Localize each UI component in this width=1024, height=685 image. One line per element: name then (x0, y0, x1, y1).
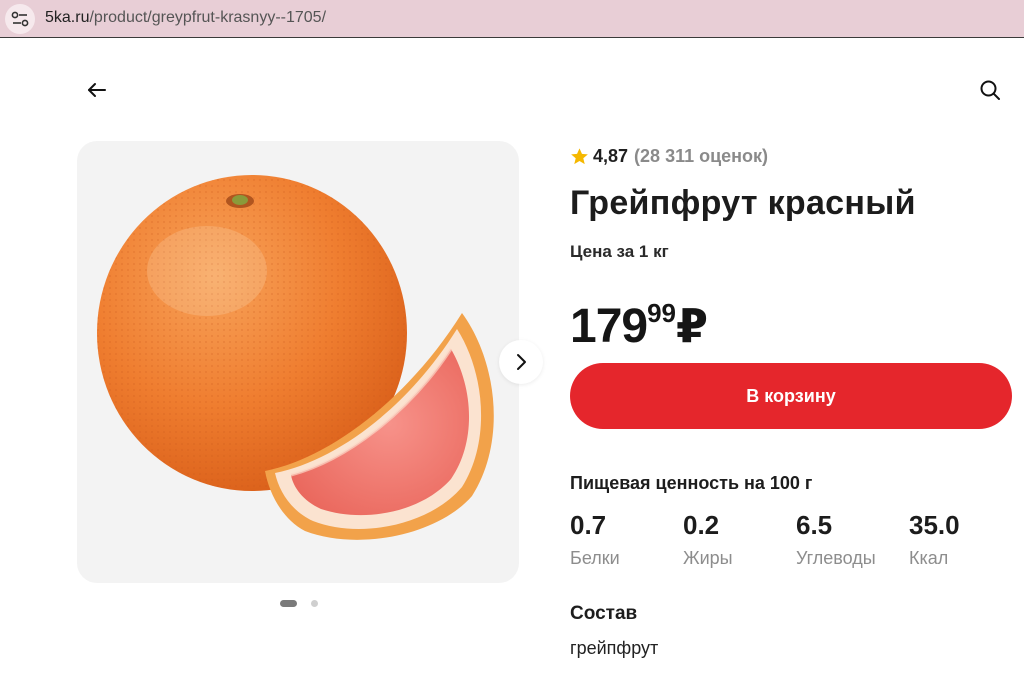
url-path: /product/greypfrut-krasnyy--1705/ (89, 9, 327, 26)
rating-value: 4,87 (593, 145, 629, 166)
url-host: 5ka.ru (45, 9, 90, 26)
nutrition-label: Белки (570, 548, 620, 568)
back-arrow-icon[interactable] (83, 76, 111, 104)
nutrition-value: 0.7 (570, 510, 607, 540)
composition-title: Состав (570, 603, 638, 624)
price: 17999₽ (570, 283, 708, 357)
carousel-dot[interactable] (311, 600, 318, 607)
product-title: Грейпфрут красный (570, 184, 916, 222)
rating[interactable]: 4,87 (28 311 оценок) (570, 145, 768, 167)
nutrition-label: Жиры (683, 548, 733, 568)
product-image-card[interactable] (77, 141, 519, 583)
nutrition-label: Углеводы (796, 548, 876, 568)
currency: ₽ (676, 300, 708, 352)
nutrition-item: 0.2 Жиры (683, 508, 793, 571)
price-kop: 99 (647, 298, 677, 328)
nutrition-item: 35.0 Ккал (909, 508, 1019, 571)
carousel-dot-active[interactable] (280, 600, 297, 607)
grapefruit-image (97, 175, 494, 540)
rating-count: (28 311 оценок) (634, 145, 769, 166)
add-to-cart-button[interactable]: В корзину (570, 363, 1012, 429)
carousel-next-button[interactable] (499, 340, 543, 384)
nutrition-label: Ккал (909, 548, 949, 568)
price-rub: 179 (570, 300, 648, 353)
url-text[interactable]: 5ka.ru/product/greypfrut-krasnyy--1705/ (45, 9, 326, 27)
nutrition-title: Пищевая ценность на 100 г (570, 473, 813, 493)
price-unit: Цена за 1 кг (570, 242, 669, 261)
site-settings-icon[interactable] (5, 4, 35, 34)
nutrition-item: 6.5 Углеводы (796, 508, 906, 571)
star-icon (571, 147, 588, 164)
composition-text: грейпфрут (570, 638, 659, 658)
nutrition-value: 6.5 (796, 510, 833, 540)
search-icon[interactable] (976, 76, 1004, 104)
chevron-right-icon (517, 354, 526, 370)
browser-address-bar[interactable]: 5ka.ru/product/greypfrut-krasnyy--1705/ (0, 0, 1024, 38)
nutrition-item: 0.7 Белки (570, 508, 680, 571)
nutrition-value: 35.0 (909, 510, 960, 540)
nutrition-value: 0.2 (683, 510, 720, 540)
